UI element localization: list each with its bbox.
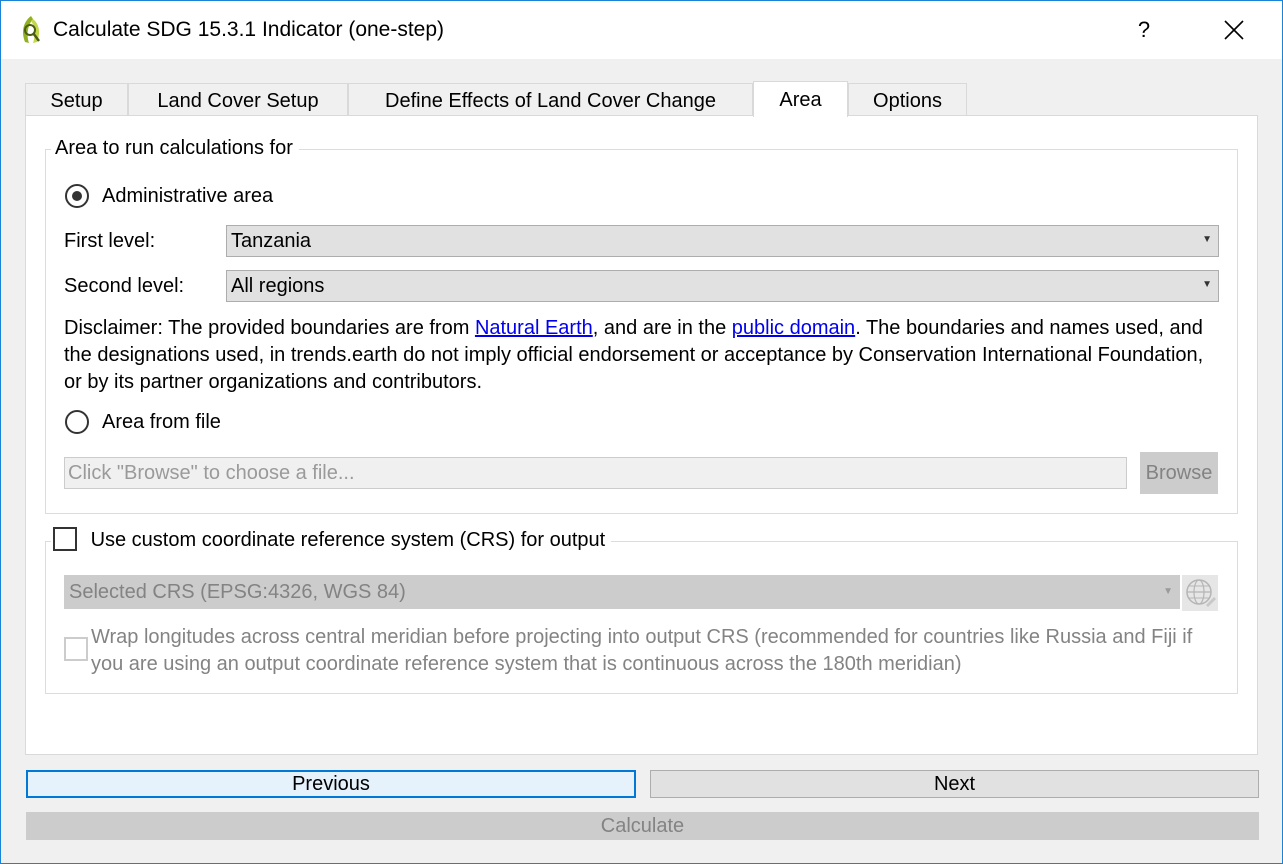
crs-group-title: Use custom coordinate reference system (…	[51, 527, 612, 553]
custom-crs-label: Use custom coordinate reference system (…	[90, 529, 606, 552]
disclaimer-text: Disclaimer: The provided boundaries are …	[64, 315, 1224, 396]
first-level-label: First level:	[64, 230, 156, 252]
dialog-window: Calculate SDG 15.3.1 Indicator (one-step…	[0, 0, 1283, 864]
chevron-down-icon: ▼	[1163, 586, 1173, 597]
window-title: Calculate SDG 15.3.1 Indicator (one-step…	[53, 18, 445, 41]
disclaimer-part: , and are in the	[592, 317, 732, 339]
area-from-file-radio[interactable]	[65, 410, 89, 434]
first-level-dropdown[interactable]: Tanzania ▼	[226, 225, 1219, 257]
second-level-dropdown[interactable]: All regions ▼	[226, 270, 1219, 302]
file-path-input[interactable]: Click "Browse" to choose a file...	[64, 457, 1127, 489]
first-level-value: Tanzania	[231, 230, 312, 252]
area-from-file-label: Area from file	[102, 411, 221, 433]
title-bar: Calculate SDG 15.3.1 Indicator (one-step…	[1, 1, 1282, 59]
administrative-area-radio[interactable]	[65, 184, 89, 208]
globe-icon[interactable]	[1182, 575, 1218, 611]
natural-earth-link[interactable]: Natural Earth	[475, 317, 593, 339]
tab-area[interactable]: Area	[753, 81, 848, 117]
selected-crs-value: Selected CRS (EPSG:4326, WGS 84)	[69, 581, 406, 603]
tab-land-cover-setup[interactable]: Land Cover Setup	[128, 83, 348, 115]
disclaimer-part: Disclaimer: The provided boundaries are …	[64, 317, 475, 339]
qgis-icon	[23, 16, 40, 43]
wrap-longitudes-checkbox[interactable]	[64, 637, 88, 661]
wrap-longitudes-label: Wrap longitudes across central meridian …	[91, 626, 1193, 675]
help-button[interactable]: ?	[1123, 11, 1165, 49]
chevron-down-icon: ▼	[1202, 234, 1212, 245]
close-icon[interactable]	[1211, 11, 1257, 49]
previous-button[interactable]: Previous	[26, 770, 636, 798]
administrative-area-label: Administrative area	[102, 185, 274, 207]
tab-setup[interactable]: Setup	[25, 83, 128, 115]
crs-selector[interactable]: Selected CRS (EPSG:4326, WGS 84) ▼	[64, 575, 1180, 609]
tab-options[interactable]: Options	[848, 83, 967, 115]
tab-define-effects[interactable]: Define Effects of Land Cover Change	[348, 83, 753, 115]
public-domain-link[interactable]: public domain	[732, 317, 855, 339]
calculate-button[interactable]: Calculate	[26, 812, 1259, 840]
area-group-title: Area to run calculations for	[51, 137, 299, 160]
chevron-down-icon: ▼	[1202, 279, 1212, 290]
second-level-value: All regions	[231, 275, 325, 297]
next-button[interactable]: Next	[650, 770, 1259, 798]
browse-button[interactable]: Browse	[1140, 452, 1218, 494]
second-level-label: Second level:	[64, 275, 185, 297]
custom-crs-checkbox[interactable]	[53, 527, 77, 551]
